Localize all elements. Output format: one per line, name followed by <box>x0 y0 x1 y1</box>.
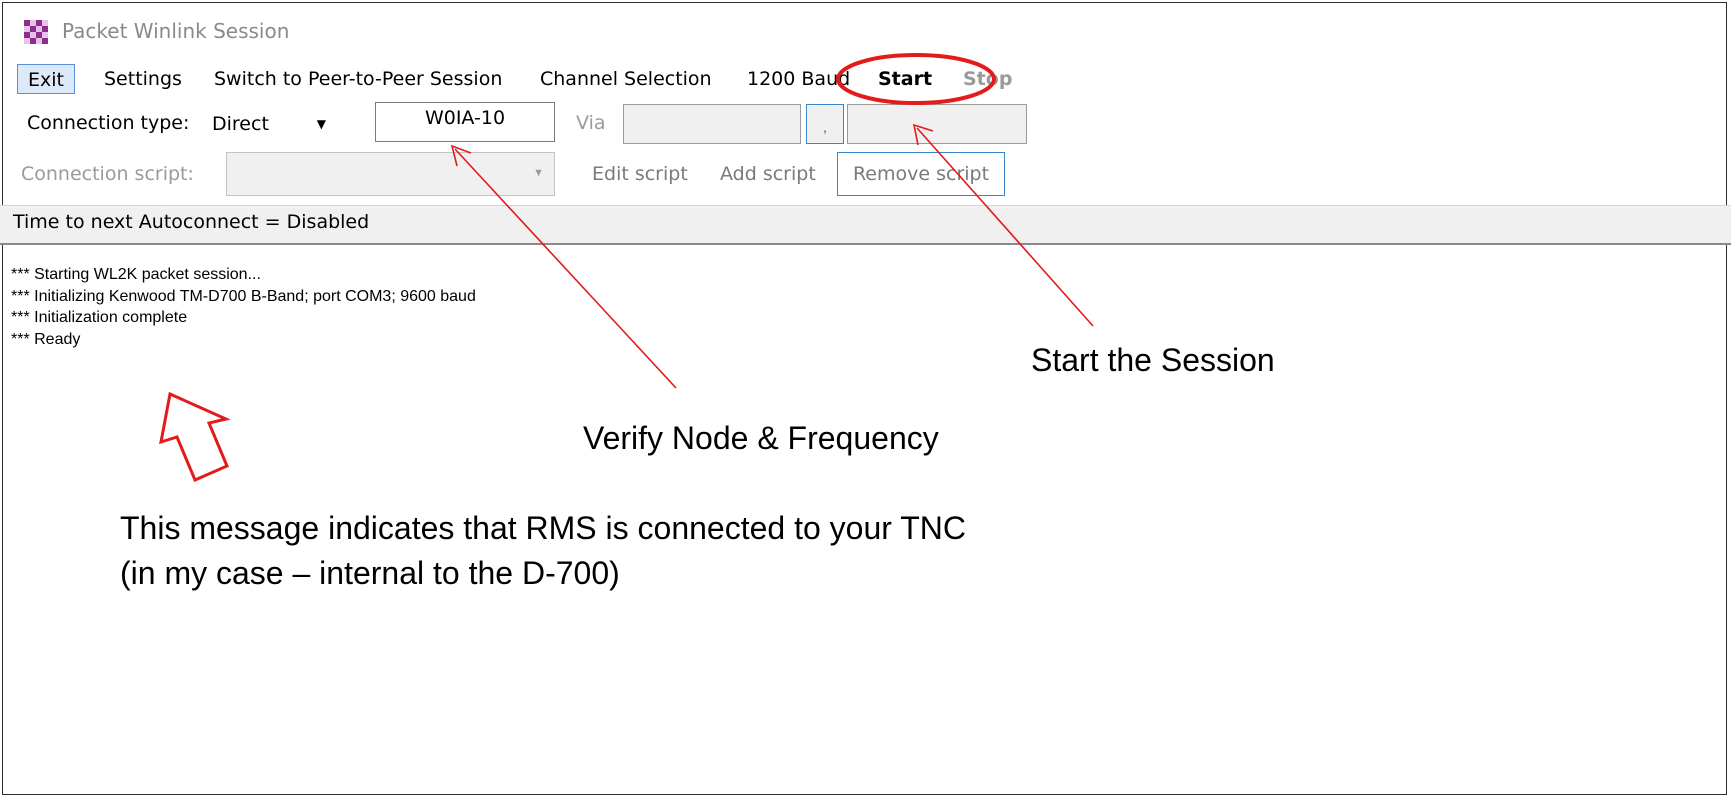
session-log: *** Starting WL2K packet session... *** … <box>11 264 476 350</box>
via-separator-button[interactable]: , <box>806 104 844 144</box>
connection-type-value: Direct <box>212 113 269 135</box>
log-line: *** Initialization complete <box>11 309 188 326</box>
switch-to-p2p-menu[interactable]: Switch to Peer-to-Peer Session <box>214 64 502 94</box>
settings-menu[interactable]: Settings <box>104 64 182 94</box>
dropdown-arrow-icon: ▼ <box>533 167 544 179</box>
add-script-button[interactable]: Add script <box>720 163 816 185</box>
connection-script-select[interactable]: ▼ <box>226 152 555 196</box>
connection-script-label: Connection script: <box>21 163 194 185</box>
autoconnect-status: Time to next Autoconnect = Disabled <box>13 211 370 233</box>
via-label: Via <box>576 112 606 134</box>
log-line: *** Initializing Kenwood TM-D700 B-Band;… <box>11 287 476 305</box>
log-line: *** Ready <box>11 330 81 348</box>
title-bar: Packet Winlink Session <box>3 3 1726 59</box>
log-line: *** Starting WL2K packet session... <box>11 266 261 283</box>
stop-button[interactable]: Stop <box>963 64 1012 94</box>
remove-script-button[interactable]: Remove script <box>837 152 1005 196</box>
via-digipeater-field-2[interactable] <box>847 104 1027 144</box>
connection-type-label: Connection type: <box>27 112 190 134</box>
annotation-tnc-message-line1: This message indicates that RMS is conne… <box>120 510 966 546</box>
dropdown-arrow-icon: ▼ <box>316 117 326 131</box>
start-button[interactable]: Start <box>878 64 932 94</box>
annotation-start-session: Start the Session <box>1031 342 1275 378</box>
slide: Packet Winlink Session Exit Settings Swi… <box>0 0 1731 797</box>
checkered-app-icon <box>24 20 48 44</box>
baud-rate-menu[interactable]: 1200 Baud <box>747 64 850 94</box>
connection-type-select[interactable]: Direct ▼ <box>200 106 350 142</box>
annotation-tnc-message-line2: (in my case – internal to the D-700) <box>120 555 620 591</box>
annotation-verify-node: Verify Node & Frequency <box>583 420 939 456</box>
edit-script-button[interactable]: Edit script <box>592 163 688 185</box>
window-title: Packet Winlink Session <box>62 19 290 43</box>
channel-selection-menu[interactable]: Channel Selection <box>540 64 712 94</box>
target-callsign-input[interactable]: W0IA-10 <box>375 102 555 142</box>
via-digipeater-field-1[interactable] <box>623 104 801 144</box>
exit-button[interactable]: Exit <box>17 64 75 94</box>
